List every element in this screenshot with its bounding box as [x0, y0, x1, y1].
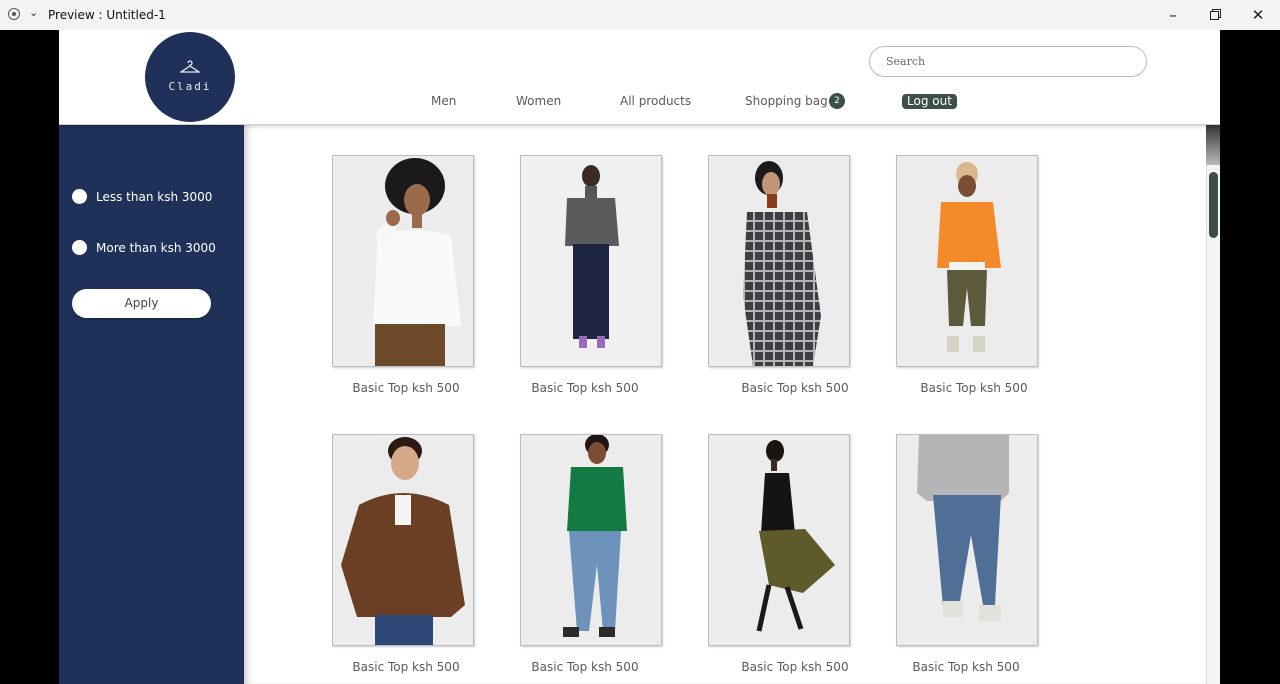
product-grid: Basic Top ksh 500 Basic Top ksh 500 Basi…	[244, 125, 1206, 684]
chevron-down-icon[interactable]: ⌄	[29, 6, 38, 19]
product-image[interactable]	[520, 434, 662, 646]
minimize-button[interactable]: –	[1163, 5, 1183, 25]
product-caption: Basic Top ksh 500	[912, 660, 1020, 674]
window-title: Preview : Untitled-1	[48, 8, 166, 22]
logout-button[interactable]: Log out	[902, 94, 957, 109]
nav-men[interactable]: Men	[431, 94, 456, 108]
model-photo	[521, 435, 661, 645]
product-image[interactable]	[896, 155, 1038, 367]
app-record-icon[interactable]	[8, 8, 20, 20]
app-window: Cladi Men Women All products Shopping ba…	[59, 30, 1220, 684]
grid-scrollbar-thumb[interactable]	[1209, 172, 1218, 238]
search-input[interactable]	[869, 46, 1147, 77]
product-image[interactable]	[708, 434, 850, 646]
model-photo	[333, 435, 473, 645]
window-titlebar: ⌄ Preview : Untitled-1 – ✕	[0, 0, 1280, 30]
model-photo	[709, 156, 849, 366]
logo[interactable]: Cladi	[145, 32, 235, 122]
logo-text: Cladi	[168, 80, 212, 93]
radio-button[interactable]	[72, 240, 87, 255]
product-image[interactable]	[332, 155, 474, 367]
product-caption: Basic Top ksh 500	[741, 381, 849, 395]
product-caption: Basic Top ksh 500	[352, 381, 460, 395]
model-photo	[333, 156, 473, 366]
nav-women[interactable]: Women	[516, 94, 561, 108]
product-caption: Basic Top ksh 500	[352, 660, 460, 674]
product-image[interactable]	[896, 434, 1038, 646]
hanger-icon	[180, 60, 200, 73]
nav-shopping-bag[interactable]: Shopping bag	[745, 94, 828, 108]
product-image[interactable]	[520, 155, 662, 367]
restore-button[interactable]	[1205, 5, 1225, 25]
close-button[interactable]: ✕	[1248, 5, 1268, 25]
radio-button[interactable]	[72, 189, 87, 204]
filter-label: Less than ksh 3000	[96, 190, 213, 204]
product-caption: Basic Top ksh 500	[741, 660, 849, 674]
restore-icon	[1209, 9, 1221, 20]
bag-count-badge: 2	[829, 93, 845, 109]
apply-button[interactable]: Apply	[72, 289, 211, 318]
filter-sidebar: Less than ksh 3000 More than ksh 3000 Ap…	[59, 125, 244, 684]
model-photo	[897, 435, 1037, 645]
model-photo	[521, 156, 661, 366]
model-photo	[897, 156, 1037, 366]
filter-label: More than ksh 3000	[96, 241, 216, 255]
product-image[interactable]	[708, 155, 850, 367]
grid-scrollbar-cap	[1206, 125, 1220, 165]
product-caption: Basic Top ksh 500	[531, 381, 639, 395]
nav-all-products[interactable]: All products	[620, 94, 691, 108]
product-image[interactable]	[332, 434, 474, 646]
product-caption: Basic Top ksh 500	[531, 660, 639, 674]
model-photo	[709, 435, 849, 645]
product-caption: Basic Top ksh 500	[920, 381, 1028, 395]
site-header: Cladi Men Women All products Shopping ba…	[59, 30, 1220, 125]
